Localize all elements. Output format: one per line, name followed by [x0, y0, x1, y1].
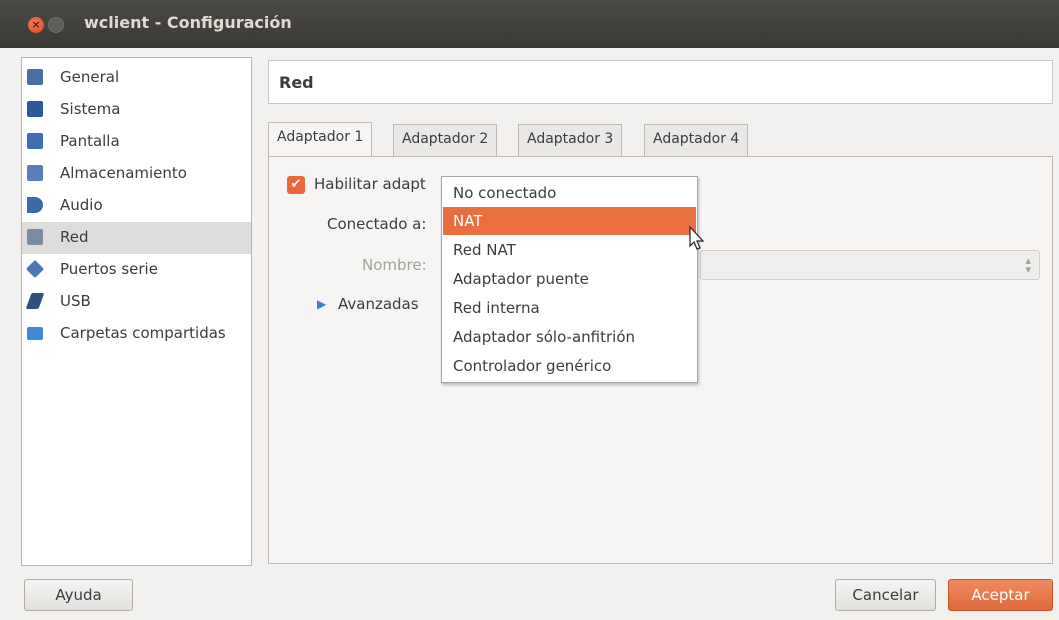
page-title: Red: [279, 73, 314, 92]
dropdown-option-label: NAT: [453, 212, 483, 230]
sidebar-item-label: Almacenamiento: [60, 164, 187, 182]
usb-icon: [25, 293, 45, 309]
sidebar-item-usb[interactable]: USB: [22, 286, 251, 318]
ok-button[interactable]: Aceptar: [948, 579, 1053, 611]
dropdown-option-label: Adaptador sólo-anfitrión: [453, 328, 636, 346]
window-title: wclient - Configuración: [84, 13, 292, 32]
sidebar-item-label: General: [60, 68, 120, 86]
folder-icon: [27, 327, 43, 340]
sidebar-item-label: Pantalla: [60, 132, 120, 150]
sidebar-item-general[interactable]: General: [22, 62, 251, 94]
sidebar-item-label: USB: [60, 292, 91, 310]
tab-adaptador-3[interactable]: Adaptador 3: [518, 124, 623, 156]
sidebar-item-label: Carpetas compartidas: [60, 324, 226, 342]
sidebar-item-audio[interactable]: Audio: [22, 190, 251, 222]
section-header: Red: [268, 60, 1053, 104]
serial-port-icon: [25, 259, 45, 279]
sidebar-item-puertos-serie[interactable]: Puertos serie: [22, 254, 251, 286]
chip-icon: [27, 101, 43, 117]
expander-arrow-icon[interactable]: ▶: [317, 297, 326, 311]
dropdown-option-red-nat[interactable]: Red NAT: [443, 236, 696, 264]
dropdown-option-label: Red interna: [453, 299, 540, 317]
sidebar-item-sistema[interactable]: Sistema: [22, 94, 251, 126]
cancel-button[interactable]: Cancelar: [835, 579, 936, 611]
dropdown-option-red-interna[interactable]: Red interna: [443, 294, 696, 322]
sidebar-item-carpetas-compartidas[interactable]: Carpetas compartidas: [22, 318, 251, 350]
minimize-icon[interactable]: [48, 17, 64, 33]
sidebar-item-almacenamiento[interactable]: Almacenamiento: [22, 158, 251, 190]
dropdown-option-adaptador-solo-anfitrion[interactable]: Adaptador sólo-anfitrión: [443, 323, 696, 351]
dropdown-option-label: Adaptador puente: [453, 270, 589, 288]
enable-adapter-label: Habilitar adapt: [314, 175, 426, 193]
speaker-icon: [27, 197, 43, 213]
title-bar: × wclient - Configuración: [0, 0, 1059, 48]
sidebar-item-label: Sistema: [60, 100, 121, 118]
dropdown-option-label: Red NAT: [453, 241, 516, 259]
tab-adaptador-1[interactable]: Adaptador 1: [268, 122, 373, 156]
sidebar-item-label: Audio: [60, 196, 103, 214]
storage-icon: [27, 165, 43, 181]
name-combo: ▴ ▾: [700, 250, 1040, 280]
dropdown-option-no-conectado[interactable]: No conectado: [443, 179, 696, 207]
dropdown-option-adaptador-puente[interactable]: Adaptador puente: [443, 265, 696, 293]
dropdown-option-label: No conectado: [453, 184, 557, 202]
tab-adaptador-4[interactable]: Adaptador 4: [644, 124, 749, 156]
name-label: Nombre:: [362, 256, 427, 274]
dropdown-option-label: Controlador genérico: [453, 357, 612, 375]
display-icon: [27, 133, 43, 149]
tab-adaptador-2[interactable]: Adaptador 2: [393, 124, 498, 156]
attached-to-dropdown-menu: No conectado NAT Red NAT Adaptador puent…: [441, 176, 698, 383]
dropdown-option-nat[interactable]: NAT: [443, 207, 696, 235]
connected-to-label: Conectado a:: [327, 215, 427, 233]
spin-arrows-icon: ▴ ▾: [1025, 254, 1031, 276]
sidebar: General Sistema Pantalla Almacenamiento …: [21, 57, 252, 566]
sidebar-item-pantalla[interactable]: Pantalla: [22, 126, 251, 158]
sidebar-item-label: Puertos serie: [60, 260, 158, 278]
dropdown-option-controlador-generico[interactable]: Controlador genérico: [443, 352, 696, 380]
help-button[interactable]: Ayuda: [24, 579, 133, 611]
close-icon[interactable]: ×: [28, 17, 44, 33]
sidebar-item-label: Red: [60, 228, 89, 246]
sidebar-item-red[interactable]: Red: [22, 222, 251, 254]
network-icon: [27, 229, 43, 245]
advanced-expander[interactable]: Avanzadas: [338, 295, 419, 313]
monitor-icon: [27, 69, 43, 85]
enable-adapter-checkbox[interactable]: ✔: [287, 176, 305, 194]
mouse-pointer-icon: [689, 226, 705, 250]
